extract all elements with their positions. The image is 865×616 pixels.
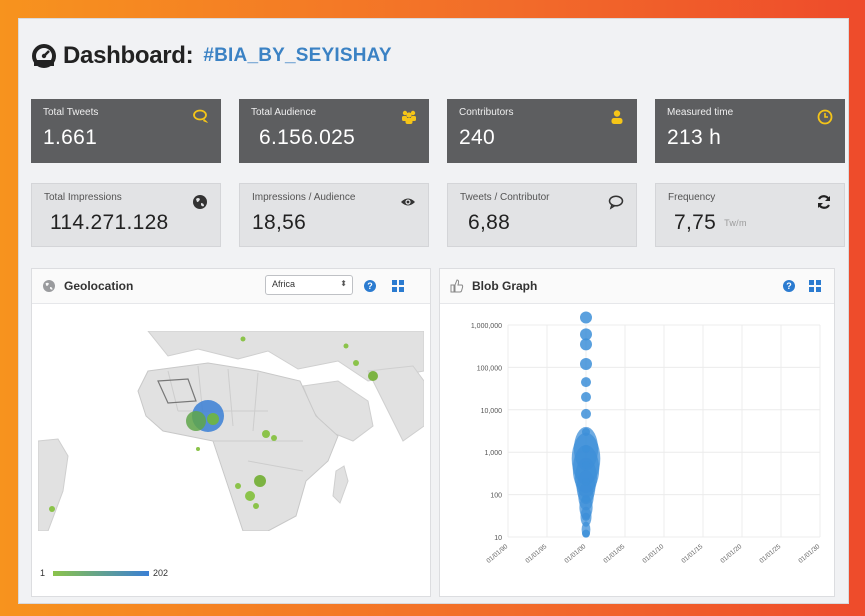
data-point: [582, 444, 590, 453]
stat-label: Frequency: [668, 192, 716, 203]
stat-total-audience: Total Audience 6.156.025: [239, 99, 429, 163]
stat-impressions-per-audience: Impressions / Audience 18,56: [239, 183, 429, 247]
legend-gradient: [53, 570, 150, 576]
stat-value: 18,56: [252, 211, 307, 234]
blob-graph-title: Blob Graph: [472, 279, 538, 293]
grid-view-icon[interactable]: [809, 280, 821, 292]
blob-graph-panel: Blob Graph ? 1,000,000 100,000 10,000 1,000…: [439, 268, 835, 597]
data-point: [582, 427, 590, 436]
x-tick-label: 01/01/05: [602, 543, 626, 565]
stat-label: Total Tweets: [43, 107, 99, 118]
grid-view-icon[interactable]: [392, 280, 404, 292]
map-legend: 1 202: [40, 567, 168, 579]
stat-total-impressions: Total Impressions 114.271.128: [31, 183, 221, 247]
thumbs-up-icon: [450, 279, 464, 293]
geolocation-panel-header: Geolocation Africa ⬍ ?: [32, 269, 430, 304]
dashboard-gauge-icon: [32, 44, 56, 68]
data-point: [582, 494, 590, 503]
x-tick-label: 01/01/30: [797, 543, 821, 565]
frequency-unit: Tw/m: [724, 218, 747, 229]
data-point: [582, 512, 590, 521]
x-tick-label: 01/01/15: [680, 543, 704, 565]
refresh-icon: [817, 195, 831, 209]
data-point: [580, 358, 592, 371]
eye-icon: [401, 198, 415, 206]
stat-label: Contributors: [459, 107, 514, 118]
x-tick-label: 01/01/00: [563, 543, 587, 565]
frequency-value: 7,75: [674, 211, 717, 234]
stat-frequency: Frequency 7,75 Tw/m: [655, 183, 845, 247]
legend-max: 202: [153, 568, 169, 578]
stat-value: 7,75 Tw/m: [674, 211, 832, 235]
data-point: [581, 377, 591, 388]
stat-value: 1.661: [43, 126, 98, 149]
africa-map[interactable]: [38, 331, 424, 531]
y-tick-label: 100: [490, 493, 502, 500]
help-icon[interactable]: ?: [364, 280, 376, 292]
data-point: [582, 529, 590, 538]
stat-contributors: Contributors 240: [447, 99, 637, 163]
y-tick-label: 100,000: [477, 365, 502, 372]
y-tick-label: 10: [494, 535, 502, 542]
y-tick-label: 1,000: [484, 450, 502, 457]
speech-bubble-icon: [608, 195, 624, 210]
stat-total-tweets: Total Tweets 1.661: [31, 99, 221, 163]
stat-label: Total Impressions: [44, 192, 122, 203]
stat-label: Measured time: [667, 107, 734, 118]
users-group-icon: [402, 110, 416, 124]
stat-value: 6,88: [468, 211, 511, 234]
blob-graph-panel-header: Blob Graph ?: [440, 269, 834, 304]
stat-value: 114.271.128: [50, 211, 169, 234]
y-tick-label: 10,000: [481, 408, 503, 415]
x-tick-label: 01/01/10: [641, 543, 665, 565]
blob-chart[interactable]: 1,000,000 100,000 10,000 1,000 100 1001/01/90…: [440, 305, 834, 595]
geolocation-panel: Geolocation Africa ⬍ ? 1 202: [31, 268, 431, 597]
globe-icon: [43, 280, 55, 292]
x-tick-label: 01/01/95: [524, 543, 548, 565]
page-title: Dashboard:: [63, 42, 194, 69]
data-point: [582, 477, 590, 486]
y-tick-label: 1,000,000: [471, 323, 502, 330]
globe-icon: [193, 195, 207, 209]
data-point: [582, 460, 590, 469]
x-tick-label: 01/01/25: [758, 543, 782, 565]
data-point: [581, 392, 591, 403]
geolocation-title: Geolocation: [64, 279, 134, 293]
dashboard-frame: Dashboard: #BIA_BY_SEYISHAY Total Tweets…: [18, 18, 849, 604]
stat-label: Impressions / Audience: [252, 192, 356, 203]
help-icon[interactable]: ?: [783, 280, 795, 292]
dashboard-header: Dashboard: #BIA_BY_SEYISHAY: [31, 41, 392, 71]
data-point: [580, 338, 592, 351]
region-select[interactable]: Africa ⬍: [265, 275, 353, 295]
x-tick-label: 01/01/90: [485, 543, 509, 565]
clock-icon: [817, 109, 833, 125]
stat-measured-time: Measured time 213 h: [655, 99, 845, 163]
region-select-value: Africa: [272, 279, 296, 289]
data-point: [581, 408, 591, 419]
stat-label: Tweets / Contributor: [460, 192, 550, 203]
stat-value: 6.156.025: [259, 126, 356, 149]
stat-value: 213 h: [667, 126, 722, 149]
user-icon: [611, 110, 623, 124]
x-tick-label: 01/01/20: [719, 543, 743, 565]
legend-min: 1: [40, 568, 46, 578]
data-point: [580, 311, 592, 324]
stat-value: 240: [459, 126, 495, 149]
stat-tweets-per-contributor: Tweets / Contributor 6,88: [447, 183, 637, 247]
select-arrows-icon: ⬍: [340, 279, 347, 288]
chat-bubbles-icon: [193, 109, 208, 123]
hashtag-link[interactable]: #BIA_BY_SEYISHAY: [203, 45, 391, 67]
stat-label: Total Audience: [251, 107, 317, 118]
